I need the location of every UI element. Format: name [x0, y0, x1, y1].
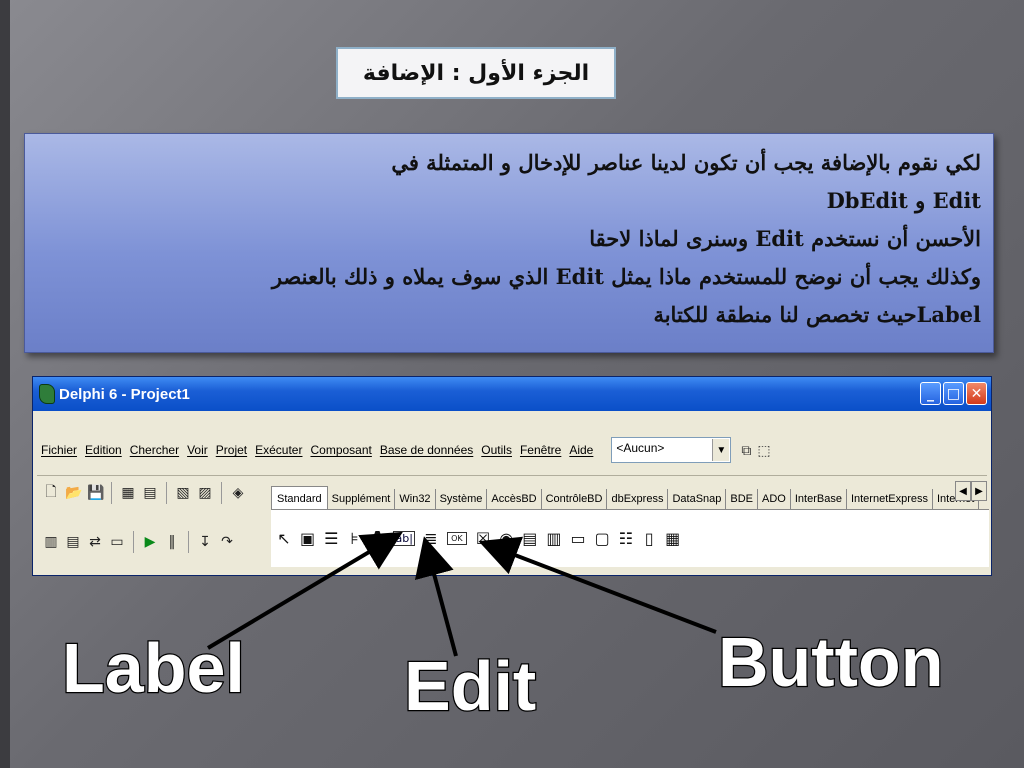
arrow-to-button [478, 536, 717, 634]
arrow-to-edit [414, 536, 458, 657]
label-caption: Label [61, 628, 246, 709]
edit-caption: Edit [403, 646, 538, 727]
button-caption: Button [717, 622, 945, 703]
